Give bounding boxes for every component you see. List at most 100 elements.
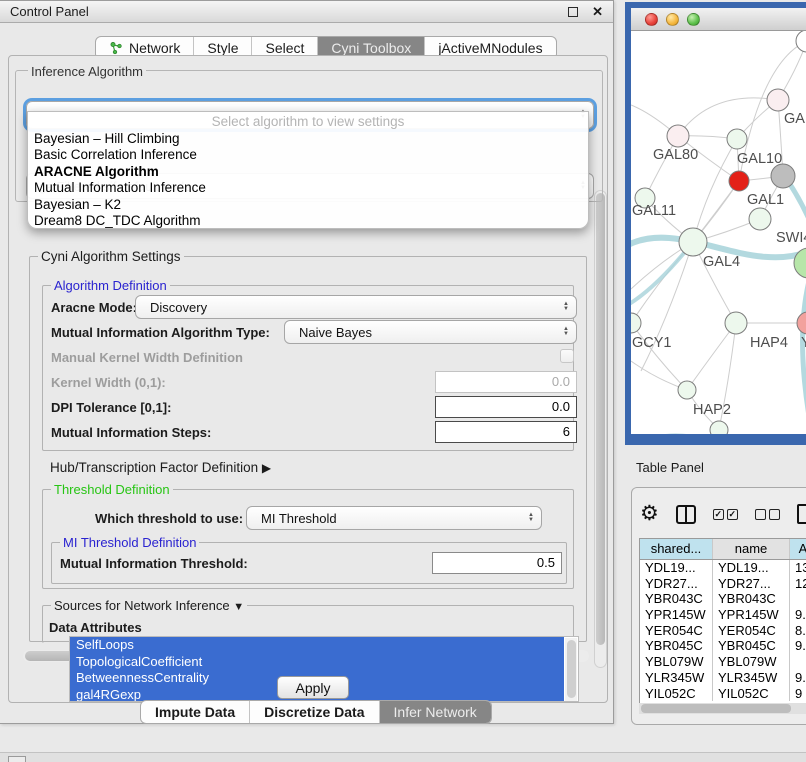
zoom-traffic-light-icon[interactable] xyxy=(687,13,700,26)
stepper-icon: ▲▼ xyxy=(563,302,569,312)
apply-button[interactable]: Apply xyxy=(277,676,349,699)
column-header-name[interactable]: name xyxy=(712,539,789,559)
mi-type-combobox[interactable]: Naive Bayes ▲▼ xyxy=(284,320,577,344)
node-swi4[interactable] xyxy=(749,208,771,230)
close-icon[interactable]: ✕ xyxy=(592,7,603,17)
close-traffic-light-icon[interactable] xyxy=(645,13,658,26)
node-label: GAL80 xyxy=(653,147,698,163)
cell: YER054C xyxy=(712,623,789,639)
attribute-list-scrollbar[interactable] xyxy=(565,638,577,702)
node-table: shared... name A YDL19... YDL19... 13 YD… xyxy=(639,538,806,703)
node-hap4[interactable] xyxy=(725,312,747,334)
mini-button[interactable] xyxy=(8,756,26,762)
dropdown-item[interactable]: Dream8 DC_TDC Algorithm xyxy=(28,213,588,229)
dropdown-item[interactable]: Bayesian – K2 xyxy=(28,197,588,213)
cell: 9. xyxy=(789,638,806,654)
control-panel-titlebar: Control Panel ✕ xyxy=(0,1,613,23)
table-horizontal-scrollbar[interactable] xyxy=(639,703,806,714)
node-label: SWI4 xyxy=(776,230,806,246)
kernel-width-label: Kernel Width (0,1): xyxy=(51,375,166,390)
node-grey[interactable] xyxy=(771,164,795,188)
tab-style-label: Style xyxy=(207,40,238,56)
table-row[interactable]: YBR043C YBR043C xyxy=(640,591,806,607)
column-header-shared-name[interactable]: shared... xyxy=(640,539,712,559)
node-gal1[interactable] xyxy=(729,171,749,191)
table-row[interactable]: YER054C YER054C 8. xyxy=(640,623,806,639)
node-gal4[interactable] xyxy=(679,228,707,256)
tab-impute-data[interactable]: Impute Data xyxy=(141,701,250,723)
node-labels: GAL GAL80 GAL10 GAL1 GAL11 SWI4 GAL4 GCY… xyxy=(632,111,806,418)
table-horizontal-scrollbar-thumb[interactable] xyxy=(641,704,791,713)
threshold-definition-group: Threshold Definition Which threshold to … xyxy=(42,489,574,589)
attribute-item[interactable]: SelfLoops xyxy=(70,637,564,654)
cell: YLR345W xyxy=(640,670,712,686)
aracne-mode-value: Discovery xyxy=(150,300,207,315)
minimize-traffic-light-icon[interactable] xyxy=(666,13,679,26)
table-row[interactable]: YIL052C YIL052C 9 xyxy=(640,686,806,702)
algorithm-dropdown-popup: Select algorithm to view settings Bayesi… xyxy=(27,111,589,229)
table-row[interactable]: YDR27... YDR27... 12 xyxy=(640,576,806,592)
vertical-scrollbar-thumb[interactable] xyxy=(596,193,605,645)
dropdown-prompt: Select algorithm to view settings xyxy=(28,114,588,131)
node-gal[interactable] xyxy=(767,89,789,111)
table-row[interactable]: YLR345W YLR345W 9. xyxy=(640,670,806,686)
node-gcy1[interactable] xyxy=(631,313,641,333)
network-canvas[interactable]: GAL GAL80 GAL10 GAL1 GAL11 SWI4 GAL4 GCY… xyxy=(631,31,806,434)
data-attributes-label: Data Attributes xyxy=(49,620,142,635)
select-all-checkboxes-icon[interactable]: ✓ ✓ xyxy=(713,509,738,520)
table-row[interactable]: YBR045C YBR045C 9. xyxy=(640,638,806,654)
deselect-all-checkboxes-icon[interactable] xyxy=(755,509,780,520)
mi-steps-field[interactable]: 6 xyxy=(435,421,577,443)
cell: YPR145W xyxy=(640,607,712,623)
node-salmon[interactable] xyxy=(797,312,806,334)
tab-impute-data-label: Impute Data xyxy=(155,704,235,720)
mi-threshold-group-title: MI Threshold Definition xyxy=(60,535,199,550)
table-row[interactable]: YPR145W YPR145W 9. xyxy=(640,607,806,623)
table-row[interactable]: YDL19... YDL19... 13 xyxy=(640,560,806,576)
dropdown-item[interactable]: Basic Correlation Inference xyxy=(28,147,588,163)
node-label: HAP4 xyxy=(750,335,788,351)
dropdown-item-selected[interactable]: ARACNE Algorithm xyxy=(28,164,588,180)
mi-steps-label: Mutual Information Steps: xyxy=(51,425,211,440)
unchecked-checkbox-icon xyxy=(755,509,766,520)
cell: YBR043C xyxy=(712,591,789,607)
manual-kernel-checkbox[interactable] xyxy=(560,349,574,363)
which-threshold-combobox[interactable]: MI Threshold ▲▼ xyxy=(246,506,542,530)
sources-group-title[interactable]: Sources for Network Inference ▼ xyxy=(51,598,247,613)
aracne-mode-combobox[interactable]: Discovery ▲▼ xyxy=(135,295,577,319)
tab-infer-network[interactable]: Infer Network xyxy=(380,701,491,723)
node-label: GAL10 xyxy=(737,151,782,167)
tab-discretize-data[interactable]: Discretize Data xyxy=(250,701,379,723)
columns-icon[interactable] xyxy=(676,505,696,524)
node-label: Y xyxy=(801,335,806,351)
cell: 12 xyxy=(789,576,806,592)
mi-type-label: Mutual Information Algorithm Type: xyxy=(51,325,270,340)
network-icon xyxy=(109,41,123,55)
float-window-icon[interactable] xyxy=(568,7,578,17)
kernel-width-field[interactable]: 0.0 xyxy=(435,371,577,393)
node-gal10[interactable] xyxy=(727,129,747,149)
dropdown-item[interactable]: Mutual Information Inference xyxy=(28,180,588,196)
checked-checkbox-icon: ✓ xyxy=(727,509,738,520)
node[interactable] xyxy=(796,31,806,52)
vertical-scrollbar[interactable] xyxy=(594,190,607,668)
table-row[interactable]: YBL079W YBL079W xyxy=(640,654,806,670)
gear-icon[interactable]: ⚙ xyxy=(640,504,659,524)
cell xyxy=(789,591,806,607)
document-icon[interactable] xyxy=(797,504,806,524)
hub-definition-expander[interactable]: Hub/Transcription Factor Definition ▶ xyxy=(50,460,271,475)
cell: YER054C xyxy=(640,623,712,639)
table-panel-toolbar: ⚙ ✓ ✓ xyxy=(640,500,806,528)
network-window-titlebar xyxy=(631,8,806,31)
dropdown-item[interactable]: Bayesian – Hill Climbing xyxy=(28,131,588,147)
node-hap2[interactable] xyxy=(678,381,696,399)
attribute-list-scrollbar-thumb[interactable] xyxy=(567,640,576,698)
inference-algorithm-group-title: Inference Algorithm xyxy=(28,64,146,79)
mi-threshold-field[interactable]: 0.5 xyxy=(432,552,562,574)
node-label: GAL xyxy=(784,111,806,127)
dpi-tolerance-field[interactable]: 0.0 xyxy=(435,396,577,418)
node-gal80[interactable] xyxy=(667,125,689,147)
column-header-partial[interactable]: A xyxy=(789,539,806,559)
attribute-item[interactable]: TopologicalCoefficient xyxy=(70,654,564,671)
node[interactable] xyxy=(710,421,728,434)
